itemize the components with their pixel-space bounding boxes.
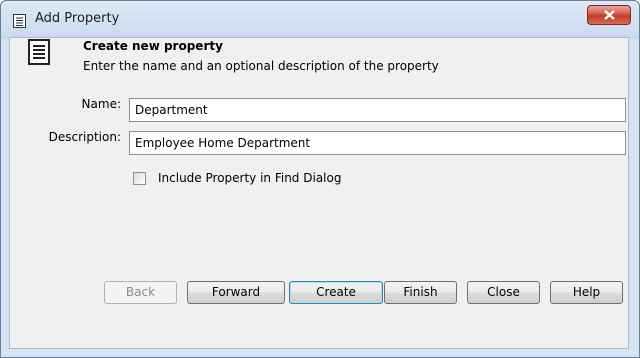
description-field[interactable] xyxy=(129,131,626,155)
close-button[interactable]: Close xyxy=(467,281,540,304)
finish-button[interactable]: Finish xyxy=(384,281,457,304)
title-bar[interactable]: Add Property xyxy=(1,1,639,37)
document-icon xyxy=(28,39,50,65)
header-description: Enter the name and an optional descripti… xyxy=(83,59,439,73)
create-button[interactable]: Create xyxy=(289,281,383,304)
add-property-dialog: Add Property Create new property Enter t… xyxy=(0,0,640,358)
forward-button[interactable]: Forward xyxy=(187,281,285,304)
window-title: Add Property xyxy=(35,11,120,26)
include-in-find-label[interactable]: Include Property in Find Dialog xyxy=(158,171,341,185)
name-field[interactable] xyxy=(129,98,626,122)
description-label: Description: xyxy=(48,130,121,144)
header-title: Create new property xyxy=(83,39,223,53)
document-icon xyxy=(13,14,26,28)
include-in-find-checkbox[interactable] xyxy=(133,172,146,185)
name-label: Name: xyxy=(81,97,121,111)
window-close-button[interactable] xyxy=(587,5,631,25)
back-button[interactable]: Back xyxy=(104,281,177,304)
close-icon xyxy=(604,10,615,20)
help-button[interactable]: Help xyxy=(550,281,623,304)
